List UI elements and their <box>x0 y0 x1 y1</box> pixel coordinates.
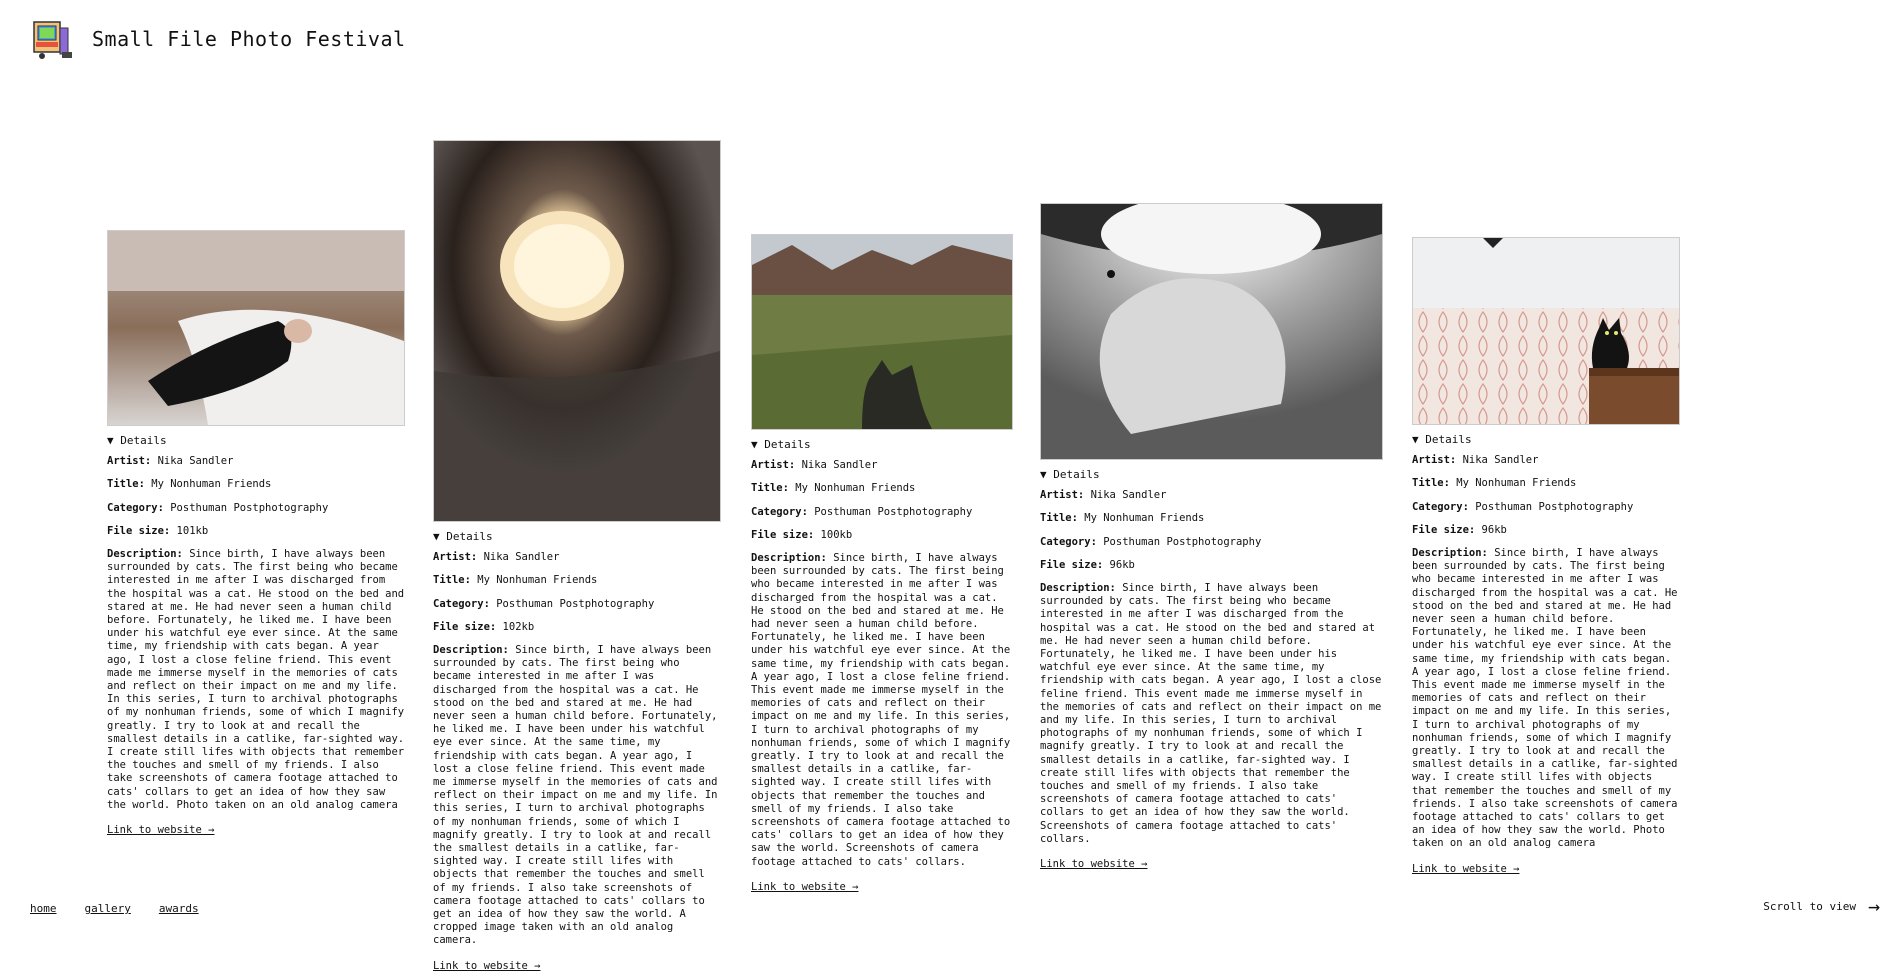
photo-blurred-light[interactable] <box>433 140 721 522</box>
category-field: Category: Posthuman Postphotography <box>1040 535 1262 548</box>
photo-cat-and-baby[interactable] <box>107 230 405 426</box>
artist-field: Artist: Nika Sandler <box>1412 454 1539 467</box>
category-field: Category: Posthuman Postphotography <box>751 505 973 518</box>
nav-gallery-link[interactable]: gallery <box>85 902 131 915</box>
nav-home-link[interactable]: home <box>30 902 57 915</box>
description-field: Description: Since birth, I have always … <box>107 548 405 811</box>
photo-card: ▼ Details Artist: Nika Sandler Title: My… <box>107 230 405 837</box>
website-link[interactable]: Link to website → <box>1412 863 1519 875</box>
website-link[interactable]: Link to website → <box>1040 858 1147 870</box>
title-field: Title: My Nonhuman Friends <box>1412 477 1577 490</box>
description-field: Description: Since birth, I have always … <box>1412 547 1678 850</box>
details-toggle[interactable]: ▼ Details <box>433 530 721 543</box>
footer-nav: home gallery awards <box>30 902 199 915</box>
artist-field: Artist: Nika Sandler <box>107 455 234 468</box>
artist-field: Artist: Nika Sandler <box>1040 489 1167 502</box>
category-field: Category: Posthuman Postphotography <box>107 501 329 514</box>
file-size-field: File size: 100kb <box>751 528 853 541</box>
title-field: Title: My Nonhuman Friends <box>751 482 916 495</box>
scroll-hint[interactable]: Scroll to view → <box>1763 896 1880 916</box>
photo-collar-camera[interactable] <box>1040 203 1383 460</box>
title-field: Title: My Nonhuman Friends <box>433 574 598 587</box>
title-field: Title: My Nonhuman Friends <box>107 478 272 491</box>
details-toggle[interactable]: ▼ Details <box>107 434 405 447</box>
photo-garden-shadow[interactable] <box>751 234 1013 430</box>
photo-cat-on-cabinet[interactable] <box>1412 237 1680 425</box>
photo-card: ▼ Details Artist: Nika Sandler Title: My… <box>1040 203 1383 871</box>
file-size-field: File size: 96kb <box>1412 523 1507 536</box>
photo-card: ▼ Details Artist: Nika Sandler Title: My… <box>1412 237 1680 876</box>
website-link[interactable]: Link to website → <box>751 881 858 893</box>
file-size-field: File size: 101kb <box>107 524 209 537</box>
description-field: Description: Since birth, I have always … <box>1040 582 1382 845</box>
artist-field: Artist: Nika Sandler <box>751 459 878 472</box>
file-size-field: File size: 96kb <box>1040 558 1135 571</box>
category-field: Category: Posthuman Postphotography <box>1412 500 1634 513</box>
arrow-right-icon[interactable]: → <box>1868 896 1880 916</box>
website-link[interactable]: Link to website → <box>433 960 540 972</box>
photo-card: ▼ Details Artist: Nika Sandler Title: My… <box>433 140 721 973</box>
website-link[interactable]: Link to website → <box>107 824 214 836</box>
title-field: Title: My Nonhuman Friends <box>1040 512 1205 525</box>
category-field: Category: Posthuman Postphotography <box>433 597 655 610</box>
photo-card: ▼ Details Artist: Nika Sandler Title: My… <box>751 234 1013 894</box>
artist-field: Artist: Nika Sandler <box>433 551 560 564</box>
photo-gallery: ▼ Details Artist: Nika Sandler Title: My… <box>0 0 1902 974</box>
details-toggle[interactable]: ▼ Details <box>1412 433 1680 446</box>
details-toggle[interactable]: ▼ Details <box>1040 468 1383 481</box>
description-field: Description: Since birth, I have always … <box>751 552 1011 868</box>
details-toggle[interactable]: ▼ Details <box>751 438 1013 451</box>
nav-awards-link[interactable]: awards <box>159 902 199 915</box>
file-size-field: File size: 102kb <box>433 620 535 633</box>
description-field: Description: Since birth, I have always … <box>433 644 718 947</box>
scroll-hint-label: Scroll to view <box>1763 899 1856 913</box>
